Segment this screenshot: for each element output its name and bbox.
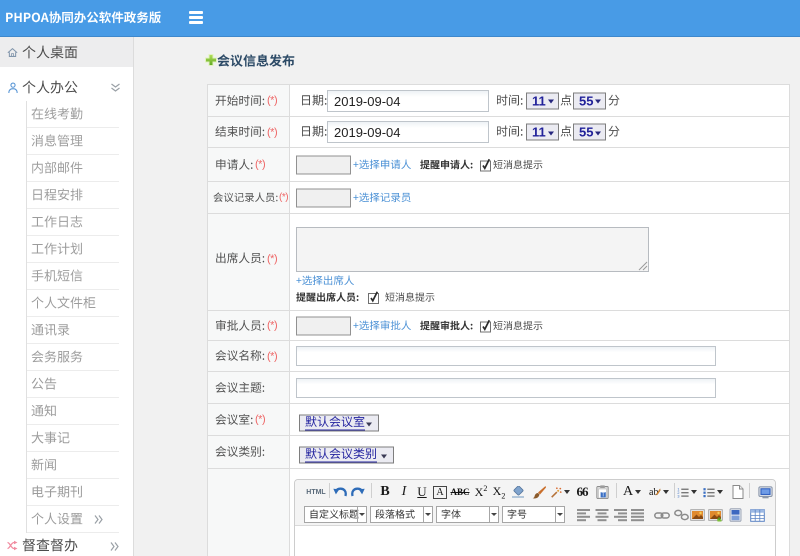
svg-text:3: 3: [677, 494, 679, 498]
